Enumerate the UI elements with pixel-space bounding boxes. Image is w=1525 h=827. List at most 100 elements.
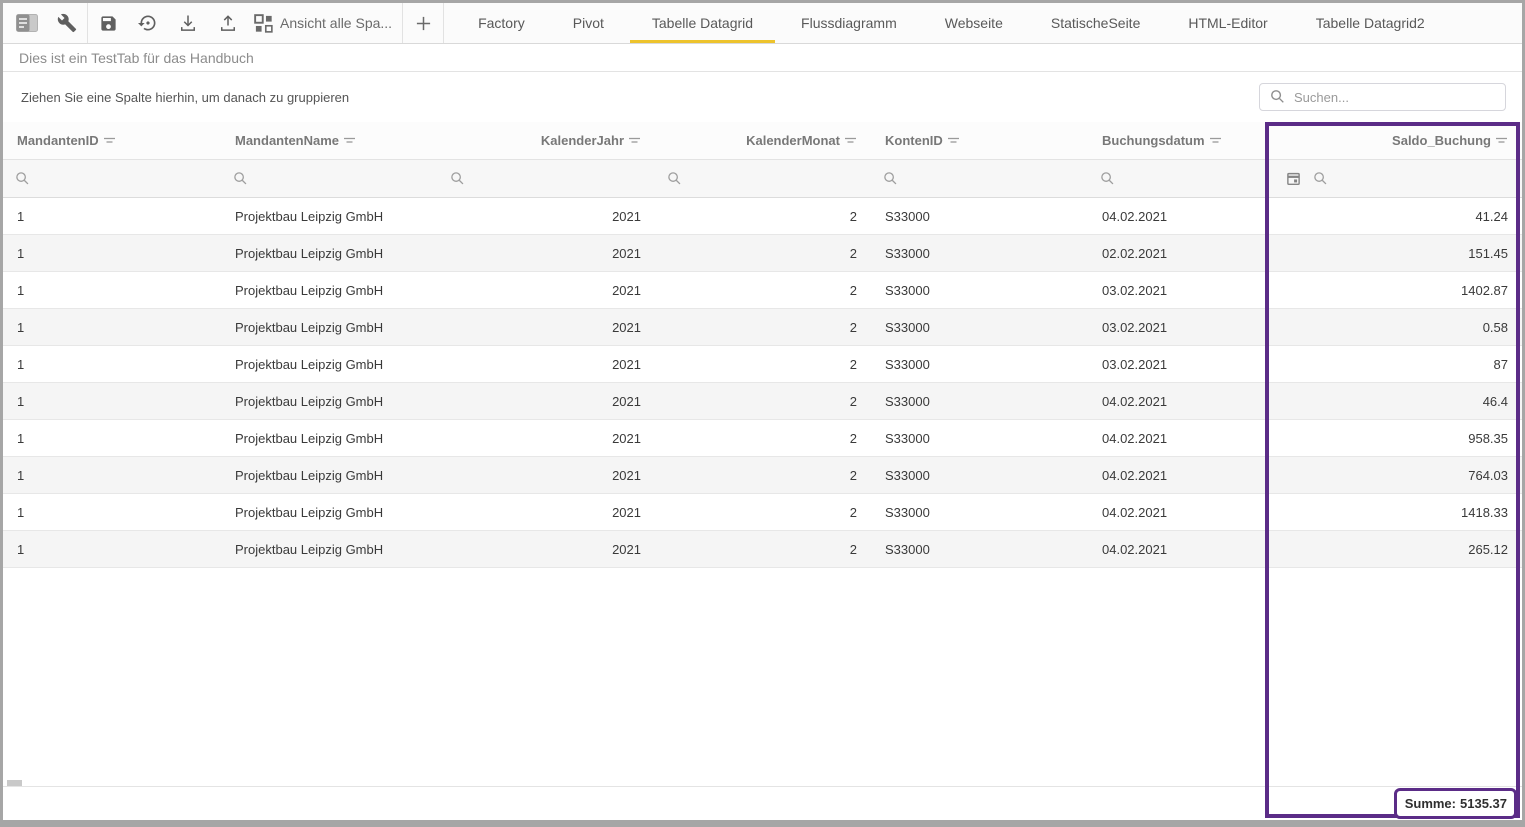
- header-filter-icon[interactable]: [1495, 136, 1508, 145]
- table-row[interactable]: 1Projektbau Leipzig GmbH20212S3300002.02…: [3, 235, 1522, 272]
- upload-icon[interactable]: [208, 3, 248, 43]
- cell-kalender_monat: 2: [655, 235, 871, 271]
- column-header-buchungsdatum[interactable]: Buchungsdatum: [1088, 122, 1268, 159]
- filter-cell-saldo_buchung[interactable]: [1268, 160, 1522, 197]
- filter-cell-kalender_monat[interactable]: [655, 160, 871, 197]
- cell-kalender_monat: 2: [655, 383, 871, 419]
- table-row[interactable]: 1Projektbau Leipzig GmbH20212S3300003.02…: [3, 309, 1522, 346]
- cell-kalender_monat: 2: [655, 457, 871, 493]
- column-header-mandanten_id[interactable]: MandantenID: [3, 122, 221, 159]
- header-filter-icon[interactable]: [844, 136, 857, 145]
- header-filter-icon[interactable]: [1209, 136, 1222, 145]
- header-filter-icon[interactable]: [103, 136, 116, 145]
- cell-kalender_monat: 2: [655, 198, 871, 234]
- column-label: KalenderMonat: [746, 133, 840, 148]
- cell-kalender_monat: 2: [655, 420, 871, 456]
- header-filter-icon[interactable]: [628, 136, 641, 145]
- column-header-konten_id[interactable]: KontenID: [871, 122, 1088, 159]
- restore-icon[interactable]: [128, 3, 168, 43]
- cell-mandanten_name: Projektbau Leipzig GmbH: [221, 198, 438, 234]
- table-row[interactable]: 1Projektbau Leipzig GmbH20212S3300004.02…: [3, 457, 1522, 494]
- tab-webseite[interactable]: Webseite: [921, 3, 1027, 43]
- cell-kalender_jahr: 2021: [438, 198, 655, 234]
- column-header-saldo_buchung[interactable]: Saldo_Buchung: [1268, 122, 1522, 159]
- cell-saldo_buchung: 958.35: [1268, 420, 1522, 456]
- cell-kalender_monat: 2: [655, 346, 871, 382]
- cell-mandanten_id: 1: [3, 272, 221, 308]
- cell-buchungsdatum: 04.02.2021: [1088, 383, 1268, 419]
- tab-statischeseite[interactable]: StatischeSeite: [1027, 3, 1165, 43]
- column-label: KontenID: [885, 133, 943, 148]
- cell-mandanten_name: Projektbau Leipzig GmbH: [221, 309, 438, 345]
- cell-mandanten_id: 1: [3, 494, 221, 530]
- wrench-icon[interactable]: [47, 3, 87, 43]
- cell-mandanten_id: 1: [3, 383, 221, 419]
- search-icon[interactable]: [450, 171, 465, 186]
- cell-mandanten_id: 1: [3, 531, 221, 567]
- tab-tabelle-datagrid[interactable]: Tabelle Datagrid: [628, 3, 777, 43]
- cell-konten_id: S33000: [871, 272, 1088, 308]
- table-row[interactable]: 1Projektbau Leipzig GmbH20212S3300004.02…: [3, 531, 1522, 568]
- grid-header-row: MandantenIDMandantenName KalenderJahr Kale…: [3, 122, 1522, 160]
- table-row[interactable]: 1Projektbau Leipzig GmbH20212S3300004.02…: [3, 198, 1522, 235]
- search-icon[interactable]: [1100, 171, 1115, 186]
- grid-body: 1Projektbau Leipzig GmbH20212S3300004.02…: [3, 198, 1522, 568]
- calendar-icon[interactable]: [1286, 171, 1301, 186]
- search-icon[interactable]: [233, 171, 248, 186]
- cell-mandanten_id: 1: [3, 346, 221, 382]
- view-all-columns-button[interactable]: Ansicht alle Spa...: [248, 3, 402, 43]
- table-row[interactable]: 1Projektbau Leipzig GmbH20212S3300003.02…: [3, 272, 1522, 309]
- add-tab-icon[interactable]: [403, 3, 443, 43]
- save-icon[interactable]: [88, 3, 128, 43]
- tab-flussdiagramm[interactable]: Flussdiagramm: [777, 3, 921, 43]
- cell-konten_id: S33000: [871, 346, 1088, 382]
- tab-factory[interactable]: Factory: [454, 3, 549, 43]
- filter-cell-kalender_jahr[interactable]: [438, 160, 655, 197]
- tab-description-text: Dies ist ein TestTab für das Handbuch: [19, 50, 254, 66]
- header-filter-icon[interactable]: [343, 136, 356, 145]
- table-row[interactable]: 1Projektbau Leipzig GmbH20212S3300004.02…: [3, 420, 1522, 457]
- search-input[interactable]: [1259, 83, 1506, 111]
- search-icon[interactable]: [883, 171, 898, 186]
- cell-mandanten_name: Projektbau Leipzig GmbH: [221, 272, 438, 308]
- saldo-sum-badge: Summe: 5135.37: [1394, 788, 1517, 819]
- cell-buchungsdatum: 03.02.2021: [1088, 309, 1268, 345]
- tab-bar: FactoryPivotTabelle DatagridFlussdiagram…: [454, 3, 1449, 43]
- tab-pivot[interactable]: Pivot: [549, 3, 628, 43]
- cell-kalender_jahr: 2021: [438, 457, 655, 493]
- cell-kalender_jahr: 2021: [438, 309, 655, 345]
- column-label: KalenderJahr: [541, 133, 624, 148]
- search-icon[interactable]: [1313, 171, 1328, 186]
- cell-mandanten_name: Projektbau Leipzig GmbH: [221, 346, 438, 382]
- toolbar: Ansicht alle Spa... FactoryPivotTabelle …: [3, 3, 1522, 44]
- filter-cell-mandanten_name[interactable]: [221, 160, 438, 197]
- cell-buchungsdatum: 04.02.2021: [1088, 531, 1268, 567]
- group-panel-hint: Ziehen Sie eine Spalte hierhin, um danac…: [21, 90, 349, 105]
- column-header-kalender_monat[interactable]: KalenderMonat: [655, 122, 871, 159]
- search-icon[interactable]: [667, 171, 682, 186]
- search-icon[interactable]: [15, 171, 30, 186]
- horizontal-scrollbar-thumb[interactable]: [7, 780, 22, 786]
- cell-kalender_jahr: 2021: [438, 346, 655, 382]
- cell-saldo_buchung: 764.03: [1268, 457, 1522, 493]
- app-window: Ansicht alle Spa... FactoryPivotTabelle …: [0, 0, 1525, 827]
- tab-html-editor[interactable]: HTML-Editor: [1164, 3, 1291, 43]
- filter-cell-mandanten_id[interactable]: [3, 160, 221, 197]
- group-panel: Ziehen Sie eine Spalte hierhin, um danac…: [3, 72, 1522, 122]
- cell-saldo_buchung: 1402.87: [1268, 272, 1522, 308]
- filter-cell-konten_id[interactable]: [871, 160, 1088, 197]
- cell-kalender_monat: 2: [655, 272, 871, 308]
- cell-konten_id: S33000: [871, 457, 1088, 493]
- column-header-kalender_jahr[interactable]: KalenderJahr: [438, 122, 655, 159]
- table-row[interactable]: 1Projektbau Leipzig GmbH20212S3300003.02…: [3, 346, 1522, 383]
- table-row[interactable]: 1Projektbau Leipzig GmbH20212S3300004.02…: [3, 383, 1522, 420]
- download-icon[interactable]: [168, 3, 208, 43]
- tab-description-bar: Dies ist ein TestTab für das Handbuch: [3, 44, 1522, 72]
- filter-cell-buchungsdatum[interactable]: [1088, 160, 1268, 197]
- column-header-mandanten_name[interactable]: MandantenName: [221, 122, 438, 159]
- tab-tabelle-datagrid2[interactable]: Tabelle Datagrid2: [1292, 3, 1449, 43]
- table-row[interactable]: 1Projektbau Leipzig GmbH20212S3300004.02…: [3, 494, 1522, 531]
- cell-mandanten_id: 1: [3, 309, 221, 345]
- header-filter-icon[interactable]: [947, 136, 960, 145]
- panel-toggle-icon[interactable]: [7, 3, 47, 43]
